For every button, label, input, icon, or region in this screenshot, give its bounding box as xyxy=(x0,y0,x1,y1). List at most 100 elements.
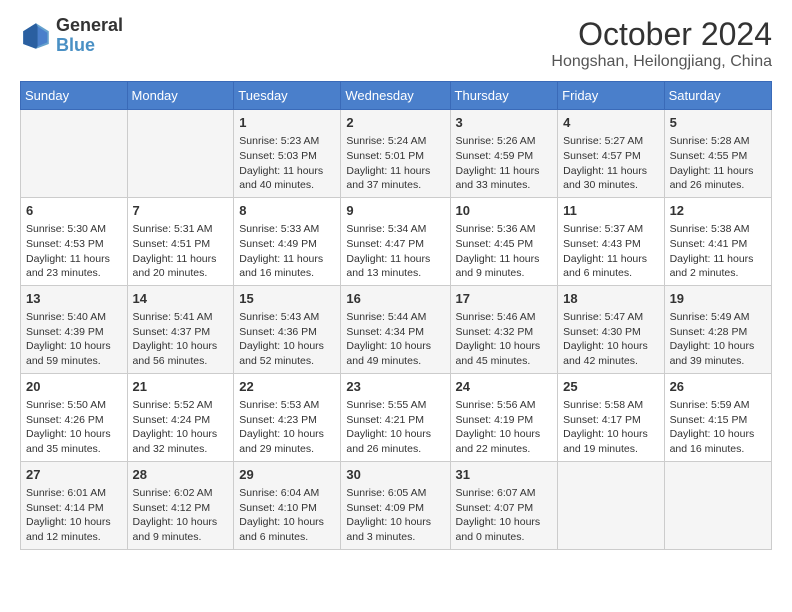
cell-info: Daylight: 10 hours and 35 minutes. xyxy=(26,427,122,456)
cell-info: Sunset: 4:19 PM xyxy=(456,413,553,428)
calendar-cell xyxy=(558,461,664,549)
header-row: SundayMondayTuesdayWednesdayThursdayFrid… xyxy=(21,82,772,110)
cell-info: Sunset: 4:07 PM xyxy=(456,501,553,516)
calendar-cell: 6Sunrise: 5:30 AMSunset: 4:53 PMDaylight… xyxy=(21,197,128,285)
day-number: 21 xyxy=(133,378,229,396)
day-number: 13 xyxy=(26,290,122,308)
cell-info: Sunrise: 5:58 AM xyxy=(563,398,658,413)
cell-info: Sunset: 4:09 PM xyxy=(346,501,444,516)
cell-info: Sunset: 4:30 PM xyxy=(563,325,658,340)
day-number: 17 xyxy=(456,290,553,308)
calendar-week-row: 20Sunrise: 5:50 AMSunset: 4:26 PMDayligh… xyxy=(21,373,772,461)
cell-info: Sunrise: 5:38 AM xyxy=(670,222,766,237)
day-number: 31 xyxy=(456,466,553,484)
cell-info: Sunset: 4:51 PM xyxy=(133,237,229,252)
day-number: 22 xyxy=(239,378,335,396)
day-number: 26 xyxy=(670,378,766,396)
calendar-cell: 27Sunrise: 6:01 AMSunset: 4:14 PMDayligh… xyxy=(21,461,128,549)
day-number: 14 xyxy=(133,290,229,308)
cell-info: Daylight: 11 hours and 33 minutes. xyxy=(456,164,553,193)
cell-info: Sunrise: 5:31 AM xyxy=(133,222,229,237)
day-number: 1 xyxy=(239,114,335,132)
cell-info: Sunrise: 5:30 AM xyxy=(26,222,122,237)
cell-info: Sunset: 4:24 PM xyxy=(133,413,229,428)
cell-info: Sunrise: 5:24 AM xyxy=(346,134,444,149)
calendar-week-row: 6Sunrise: 5:30 AMSunset: 4:53 PMDaylight… xyxy=(21,197,772,285)
cell-info: Sunset: 4:15 PM xyxy=(670,413,766,428)
cell-info: Daylight: 10 hours and 9 minutes. xyxy=(133,515,229,544)
day-header: Friday xyxy=(558,82,664,110)
cell-info: Sunset: 4:32 PM xyxy=(456,325,553,340)
calendar-cell: 10Sunrise: 5:36 AMSunset: 4:45 PMDayligh… xyxy=(450,197,558,285)
calendar-cell: 5Sunrise: 5:28 AMSunset: 4:55 PMDaylight… xyxy=(664,110,771,198)
cell-info: Sunrise: 6:01 AM xyxy=(26,486,122,501)
cell-info: Sunset: 5:03 PM xyxy=(239,149,335,164)
cell-info: Sunset: 4:12 PM xyxy=(133,501,229,516)
cell-info: Sunset: 4:43 PM xyxy=(563,237,658,252)
calendar-cell xyxy=(664,461,771,549)
calendar-week-row: 13Sunrise: 5:40 AMSunset: 4:39 PMDayligh… xyxy=(21,285,772,373)
cell-info: Daylight: 11 hours and 40 minutes. xyxy=(239,164,335,193)
day-number: 4 xyxy=(563,114,658,132)
cell-info: Sunrise: 5:52 AM xyxy=(133,398,229,413)
cell-info: Sunset: 4:23 PM xyxy=(239,413,335,428)
cell-info: Sunrise: 5:41 AM xyxy=(133,310,229,325)
cell-info: Daylight: 11 hours and 2 minutes. xyxy=(670,252,766,281)
day-number: 5 xyxy=(670,114,766,132)
cell-info: Sunrise: 5:53 AM xyxy=(239,398,335,413)
cell-info: Sunset: 4:26 PM xyxy=(26,413,122,428)
day-number: 30 xyxy=(346,466,444,484)
day-number: 16 xyxy=(346,290,444,308)
calendar-cell: 14Sunrise: 5:41 AMSunset: 4:37 PMDayligh… xyxy=(127,285,234,373)
cell-info: Sunrise: 5:37 AM xyxy=(563,222,658,237)
cell-info: Daylight: 10 hours and 59 minutes. xyxy=(26,339,122,368)
cell-info: Sunrise: 5:33 AM xyxy=(239,222,335,237)
calendar-cell: 30Sunrise: 6:05 AMSunset: 4:09 PMDayligh… xyxy=(341,461,450,549)
cell-info: Daylight: 11 hours and 23 minutes. xyxy=(26,252,122,281)
day-number: 25 xyxy=(563,378,658,396)
calendar-subtitle: Hongshan, Heilongjiang, China xyxy=(551,53,772,71)
day-number: 6 xyxy=(26,202,122,220)
cell-info: Daylight: 11 hours and 26 minutes. xyxy=(670,164,766,193)
cell-info: Sunrise: 5:49 AM xyxy=(670,310,766,325)
cell-info: Daylight: 10 hours and 45 minutes. xyxy=(456,339,553,368)
calendar-cell: 3Sunrise: 5:26 AMSunset: 4:59 PMDaylight… xyxy=(450,110,558,198)
cell-info: Daylight: 10 hours and 32 minutes. xyxy=(133,427,229,456)
calendar-cell: 20 Sunrise: 5:50 AMSunset: 4:26 PMDayligh… xyxy=(21,373,128,461)
cell-info: Sunset: 4:45 PM xyxy=(456,237,553,252)
cell-info: Daylight: 10 hours and 0 minutes. xyxy=(456,515,553,544)
calendar-cell xyxy=(21,110,128,198)
logo-text: General Blue xyxy=(56,16,123,56)
cell-info: Sunrise: 5:26 AM xyxy=(456,134,553,149)
day-number: 19 xyxy=(670,290,766,308)
cell-info: Daylight: 10 hours and 16 minutes. xyxy=(670,427,766,456)
calendar-cell: 25Sunrise: 5:58 AMSunset: 4:17 PMDayligh… xyxy=(558,373,664,461)
calendar-cell: 19 Sunrise: 5:49 AMSunset: 4:28 PMDayligh… xyxy=(664,285,771,373)
calendar-cell: 9Sunrise: 5:34 AMSunset: 4:47 PMDaylight… xyxy=(341,197,450,285)
cell-info: Sunset: 4:36 PM xyxy=(239,325,335,340)
cell-info: Sunrise: 5:50 AM xyxy=(26,398,122,413)
calendar-cell: 29Sunrise: 6:04 AMSunset: 4:10 PMDayligh… xyxy=(234,461,341,549)
cell-info: Sunset: 4:49 PM xyxy=(239,237,335,252)
day-number: 20 xyxy=(26,378,122,396)
cell-info: Sunrise: 5:27 AM xyxy=(563,134,658,149)
calendar-cell: 28Sunrise: 6:02 AMSunset: 4:12 PMDayligh… xyxy=(127,461,234,549)
cell-info: Sunset: 4:17 PM xyxy=(563,413,658,428)
cell-info: Daylight: 10 hours and 39 minutes. xyxy=(670,339,766,368)
cell-info: Sunset: 4:28 PM xyxy=(670,325,766,340)
day-number: 24 xyxy=(456,378,553,396)
cell-info: Sunrise: 5:43 AM xyxy=(239,310,335,325)
logo-icon xyxy=(20,20,52,52)
day-number: 10 xyxy=(456,202,553,220)
calendar-cell: 22Sunrise: 5:53 AMSunset: 4:23 PMDayligh… xyxy=(234,373,341,461)
calendar-cell xyxy=(127,110,234,198)
calendar-cell: 4Sunrise: 5:27 AMSunset: 4:57 PMDaylight… xyxy=(558,110,664,198)
cell-info: Daylight: 10 hours and 22 minutes. xyxy=(456,427,553,456)
cell-info: Sunrise: 5:44 AM xyxy=(346,310,444,325)
cell-info: Daylight: 11 hours and 30 minutes. xyxy=(563,164,658,193)
calendar-cell: 12Sunrise: 5:38 AMSunset: 4:41 PMDayligh… xyxy=(664,197,771,285)
calendar-week-row: 27Sunrise: 6:01 AMSunset: 4:14 PMDayligh… xyxy=(21,461,772,549)
calendar-cell: 23Sunrise: 5:55 AMSunset: 4:21 PMDayligh… xyxy=(341,373,450,461)
header: General Blue October 2024 Hongshan, Heil… xyxy=(20,16,772,71)
calendar-cell: 11Sunrise: 5:37 AMSunset: 4:43 PMDayligh… xyxy=(558,197,664,285)
